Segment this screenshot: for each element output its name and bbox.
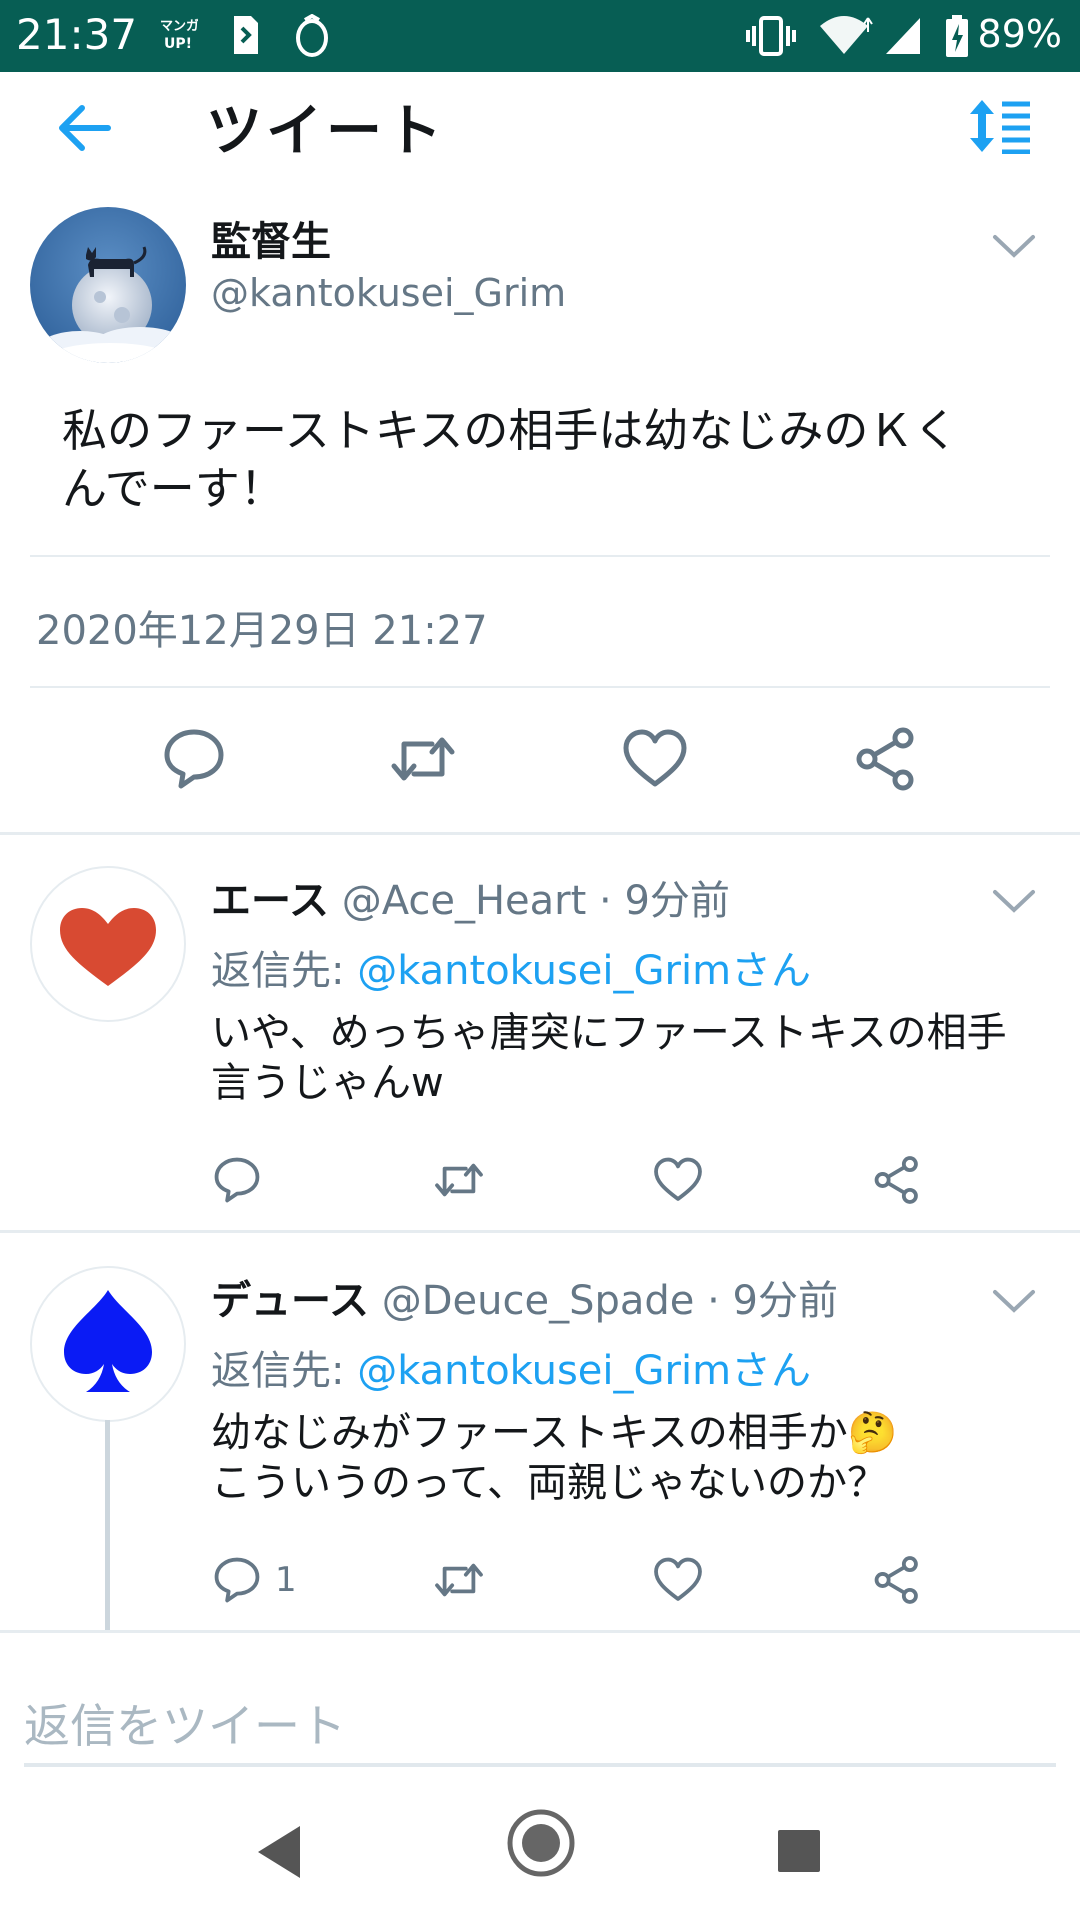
reply-to: 返信先: @kantokusei_Grimさん — [211, 938, 811, 996]
navigation-bar — [0, 1780, 1080, 1920]
tweet-text: いや、めっちゃ唐突にファーストキスの相手 言うじゃんw — [211, 1008, 1061, 1108]
divider — [30, 686, 1050, 688]
manga-up-icon: マンガ UP! — [160, 19, 198, 52]
retweet-icon[interactable] — [390, 726, 456, 792]
reply-icon[interactable] — [161, 726, 227, 792]
tweet-text-line: いや、めっちゃ唐突にファーストキスの相手 — [211, 1010, 1007, 1056]
recents-square-icon[interactable] — [776, 1828, 822, 1874]
ring-icon — [296, 14, 328, 57]
divider — [0, 1230, 1080, 1233]
app-bar: ツイート — [0, 72, 1080, 182]
reply-meta: @Ace_Heart · 9分前 — [341, 878, 730, 924]
moon-cat-avatar-icon — [30, 207, 186, 363]
tweet-text-line: んでーす！ — [62, 462, 285, 515]
home-circle-icon[interactable] — [506, 1808, 576, 1878]
divider — [30, 555, 1050, 557]
retweet-icon[interactable] — [434, 1555, 484, 1605]
tweet-text-line: 言うじゃんw — [211, 1060, 444, 1106]
tweet-text-line: 私のファーストキスの相手は幼なじみのＫく — [62, 404, 959, 457]
chevron-down-icon[interactable] — [991, 1286, 1037, 1316]
tweet-text: 幼なじみがファーストキスの相手か🤔 こういうのって、両親じゃないのか？ — [211, 1408, 1061, 1508]
reply-count: 1 — [275, 1560, 297, 1600]
display-name[interactable]: エース — [211, 878, 329, 924]
input-underline — [24, 1763, 1056, 1767]
like-icon[interactable] — [653, 1555, 703, 1605]
divider — [0, 1630, 1080, 1633]
mention-link[interactable]: @kantokusei_Grimさん — [357, 1348, 811, 1394]
reply-to-label: 返信先: — [211, 1348, 358, 1394]
page-title: ツイート — [206, 99, 446, 164]
document-icon — [234, 16, 258, 54]
back-triangle-icon[interactable] — [254, 1824, 304, 1880]
spade-avatar-icon — [64, 1290, 152, 1392]
battery-charging-icon — [946, 15, 968, 57]
like-icon[interactable] — [622, 726, 688, 792]
display-name[interactable]: 監督生 — [211, 209, 331, 267]
like-icon[interactable] — [653, 1155, 703, 1205]
divider — [0, 832, 1080, 835]
vibrate-icon — [746, 16, 796, 56]
reply-icon[interactable] — [212, 1155, 262, 1205]
reply-to-label: 返信先: — [211, 948, 358, 994]
reply-input[interactable]: 返信をツイート — [24, 1690, 346, 1756]
avatar[interactable] — [30, 207, 186, 363]
tweet-timestamp: 2020年12月29日 21:27 — [36, 608, 488, 654]
avatar[interactable] — [30, 866, 186, 1022]
sort-icon[interactable] — [966, 98, 1032, 154]
share-icon[interactable] — [872, 1155, 922, 1205]
wifi-icon — [820, 16, 873, 54]
battery-percent: 89% — [977, 12, 1062, 56]
reply-icon[interactable] — [212, 1555, 262, 1605]
reply-to: 返信先: @kantokusei_Grimさん — [211, 1338, 811, 1396]
status-time: 21:37 — [16, 10, 138, 59]
svg-text:マンガ: マンガ — [160, 19, 198, 34]
avatar[interactable] — [30, 1266, 186, 1422]
svg-text:UP!: UP! — [164, 36, 192, 52]
mention-link[interactable]: @kantokusei_Grimさん — [357, 948, 811, 994]
status-bar: 21:37 マンガ UP! 89% — [0, 0, 1080, 72]
tweet-text: 私のファーストキスの相手は幼なじみのＫく んでーす！ — [62, 402, 1022, 518]
share-icon[interactable] — [872, 1555, 922, 1605]
avatar-color-fill — [64, 1290, 152, 1392]
display-name[interactable]: デュース — [211, 1278, 369, 1324]
back-arrow-icon[interactable] — [52, 96, 116, 160]
user-handle[interactable]: @kantokusei_Grim — [211, 271, 566, 315]
chevron-down-icon[interactable] — [991, 231, 1037, 261]
signal-icon — [886, 18, 920, 54]
chevron-down-icon[interactable] — [991, 886, 1037, 916]
tweet-text-line: 幼なじみがファーストキスの相手か🤔 — [211, 1410, 898, 1456]
thread-line — [105, 1420, 110, 1630]
reply-header: デュース @Deuce_Spade · 9分前 — [211, 1268, 838, 1326]
tweet-text-line: こういうのって、両親じゃないのか？ — [211, 1460, 887, 1506]
heart-avatar-icon — [60, 908, 156, 986]
avatar-color-fill — [60, 908, 156, 986]
share-icon[interactable] — [853, 726, 919, 792]
retweet-icon[interactable] — [434, 1155, 484, 1205]
reply-meta: @Deuce_Spade · 9分前 — [381, 1278, 838, 1324]
reply-header: エース @Ace_Heart · 9分前 — [211, 868, 730, 926]
